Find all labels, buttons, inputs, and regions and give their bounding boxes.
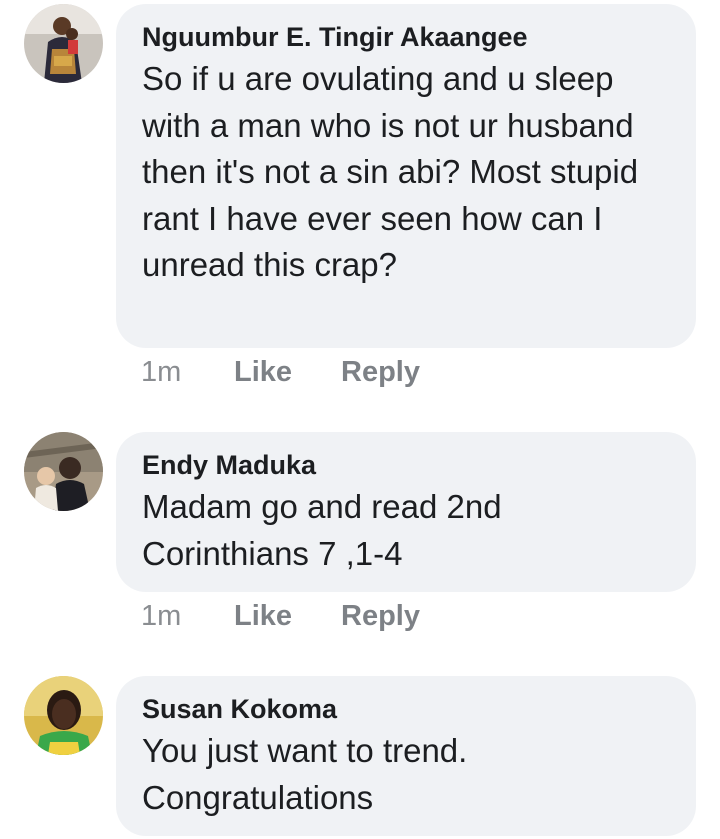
avatar[interactable]: [24, 432, 103, 511]
comment-actions: 1m Like Reply: [141, 352, 420, 392]
reply-button[interactable]: Reply: [341, 600, 420, 633]
like-button[interactable]: Like: [234, 600, 341, 633]
comment-bubble: Nguumbur E. Tingir Akaangee So if u are …: [116, 4, 696, 348]
avatar[interactable]: [24, 676, 103, 755]
avatar[interactable]: [24, 4, 103, 83]
comment-author[interactable]: Endy Maduka: [142, 448, 670, 482]
comment-text: So if u are ovulating and u sleep with a…: [142, 60, 639, 283]
comment-author[interactable]: Nguumbur E. Tingir Akaangee: [142, 20, 670, 54]
comment-author[interactable]: Susan Kokoma: [142, 692, 670, 726]
comment-thread: Nguumbur E. Tingir Akaangee So if u are …: [0, 0, 720, 839]
comment-timestamp[interactable]: 1m: [141, 600, 234, 633]
comment-text: You just want to trend. Congratulations: [142, 732, 468, 816]
comment-bubble: Endy Maduka Madam go and read 2nd Corint…: [116, 432, 696, 592]
like-button[interactable]: Like: [234, 356, 341, 389]
reply-button[interactable]: Reply: [341, 356, 420, 389]
comment-bubble: Susan Kokoma You just want to trend. Con…: [116, 676, 696, 836]
comment-actions: 1m Like Reply: [141, 596, 420, 636]
comment-timestamp[interactable]: 1m: [141, 356, 234, 389]
comment-text: Madam go and read 2nd Corinthians 7 ,1-4: [142, 488, 502, 572]
